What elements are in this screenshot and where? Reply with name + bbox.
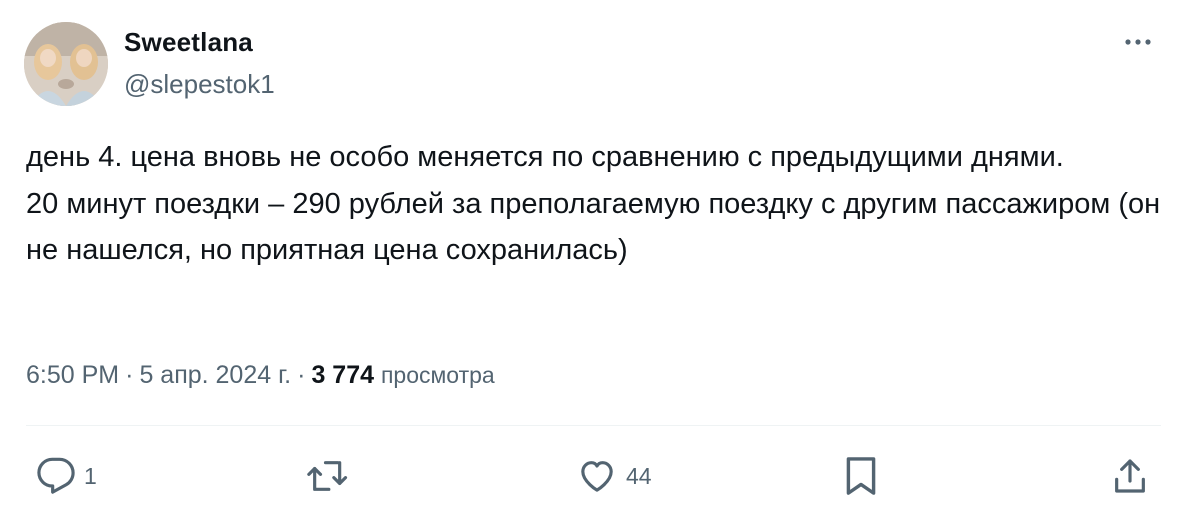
retweet-icon: [307, 461, 348, 491]
avatar-image: [24, 22, 108, 106]
reply-button[interactable]: 1: [36, 452, 97, 500]
like-button[interactable]: 44: [576, 452, 652, 500]
more-horizontal-icon: [1125, 39, 1151, 45]
tweet-paragraph-2: 20 минут поездки – 290 рублей за препола…: [26, 187, 1161, 267]
more-options-button[interactable]: [1118, 30, 1158, 54]
share-button[interactable]: [1110, 452, 1150, 500]
tweet-date[interactable]: 5 апр. 2024 г.: [139, 361, 291, 389]
reply-count: 1: [84, 462, 97, 489]
reply-icon: [37, 457, 75, 494]
like-count: 44: [626, 462, 652, 489]
bookmark-icon: [846, 457, 876, 495]
views-count: 3 774: [311, 361, 374, 389]
tweet-paragraph-1: день 4. цена вновь не особо меняется по …: [26, 141, 1064, 173]
share-icon: [1115, 459, 1145, 493]
bookmark-button[interactable]: [843, 452, 879, 500]
divider: [26, 425, 1161, 426]
heart-icon: [581, 461, 613, 492]
meta-separator: ·: [125, 361, 134, 389]
display-name[interactable]: Sweetlana: [124, 25, 253, 59]
retweet-button[interactable]: [306, 452, 358, 500]
meta-separator: ·: [297, 361, 306, 389]
user-handle[interactable]: @slepestok1: [124, 67, 275, 101]
tweet-meta: 6:50 PM · 5 апр. 2024 г. · 3 774 просмотра: [26, 357, 495, 393]
tweet-time[interactable]: 6:50 PM: [26, 361, 119, 389]
views-label: просмотра: [380, 362, 495, 388]
tweet-text: день 4. цена вновь не особо меняется по …: [26, 134, 1161, 274]
avatar[interactable]: [24, 22, 108, 106]
